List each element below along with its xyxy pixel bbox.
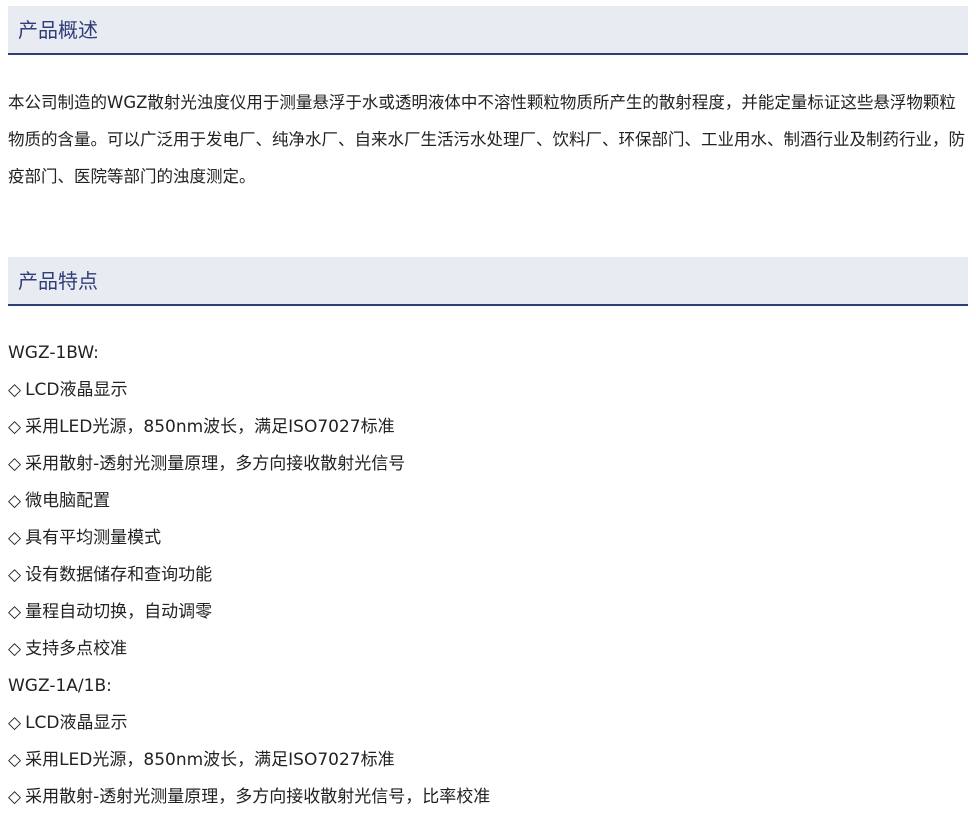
diamond-bullet-icon: ◇ — [8, 787, 22, 807]
feature-item-text: 采用LED光源，850nm波长，满足ISO7027标准 — [25, 417, 395, 437]
feature-item-text: LCD液晶显示 — [25, 380, 128, 400]
diamond-bullet-icon: ◇ — [8, 565, 22, 585]
diamond-bullet-icon: ◇ — [8, 454, 22, 474]
feature-list: WGZ-1BW: ◇ LCD液晶显示 ◇ 采用LED光源，850nm波长，满足ISO… — [8, 335, 968, 816]
section-header-features: 产品特点 — [8, 257, 968, 306]
model-heading: WGZ-1BW: — [8, 343, 99, 363]
feature-item: ◇ 设有数据储存和查询功能 — [8, 557, 968, 594]
diamond-bullet-icon: ◇ — [8, 602, 22, 622]
feature-item-text: 微电脑配置 — [25, 491, 111, 511]
feature-item-text: 设有数据储存和查询功能 — [25, 565, 213, 585]
diamond-bullet-icon: ◇ — [8, 713, 22, 733]
feature-item-text: 支持多点校准 — [25, 639, 128, 659]
feature-item-text: 采用散射-透射光测量原理，多方向接收散射光信号，比率校准 — [25, 787, 491, 807]
diamond-bullet-icon: ◇ — [8, 380, 22, 400]
diamond-bullet-icon: ◇ — [8, 750, 22, 770]
feature-item-text: 量程自动切换，自动调零 — [25, 602, 213, 622]
feature-item-text: 采用LED光源，850nm波长，满足ISO7027标准 — [25, 750, 395, 770]
section-title-overview: 产品概述 — [18, 18, 98, 42]
feature-item-text: LCD液晶显示 — [25, 713, 128, 733]
feature-item: ◇ 具有平均测量模式 — [8, 520, 968, 557]
diamond-bullet-icon: ◇ — [8, 639, 22, 659]
overview-text: 本公司制造的WGZ散射光浊度仪用于测量悬浮于水或透明液体中不溶性颗粒物质所产生的… — [8, 93, 965, 186]
feature-item: ◇ 采用散射-透射光测量原理，多方向接收散射光信号，比率校准 — [8, 779, 968, 816]
section-title-features: 产品特点 — [18, 269, 98, 293]
feature-item-text: 采用散射-透射光测量原理，多方向接收散射光信号 — [25, 454, 406, 474]
model-heading: WGZ-1A/1B: — [8, 676, 112, 696]
feature-item: ◇ 量程自动切换，自动调零 — [8, 594, 968, 631]
feature-item: ◇ 微电脑配置 — [8, 483, 968, 520]
feature-item: ◇ LCD液晶显示 — [8, 705, 968, 742]
feature-item-text: 具有平均测量模式 — [25, 528, 162, 548]
feature-item: ◇ 支持多点校准 — [8, 631, 968, 668]
section-header-overview: 产品概述 — [8, 6, 968, 55]
feature-item: ◇ 采用LED光源，850nm波长，满足ISO7027标准 — [8, 742, 968, 779]
diamond-bullet-icon: ◇ — [8, 528, 22, 548]
diamond-bullet-icon: ◇ — [8, 417, 22, 437]
feature-item: ◇ LCD液晶显示 — [8, 372, 968, 409]
feature-item: ◇ 采用LED光源，850nm波长，满足ISO7027标准 — [8, 409, 968, 446]
feature-item: ◇ 采用散射-透射光测量原理，多方向接收散射光信号 — [8, 446, 968, 483]
diamond-bullet-icon: ◇ — [8, 491, 22, 511]
